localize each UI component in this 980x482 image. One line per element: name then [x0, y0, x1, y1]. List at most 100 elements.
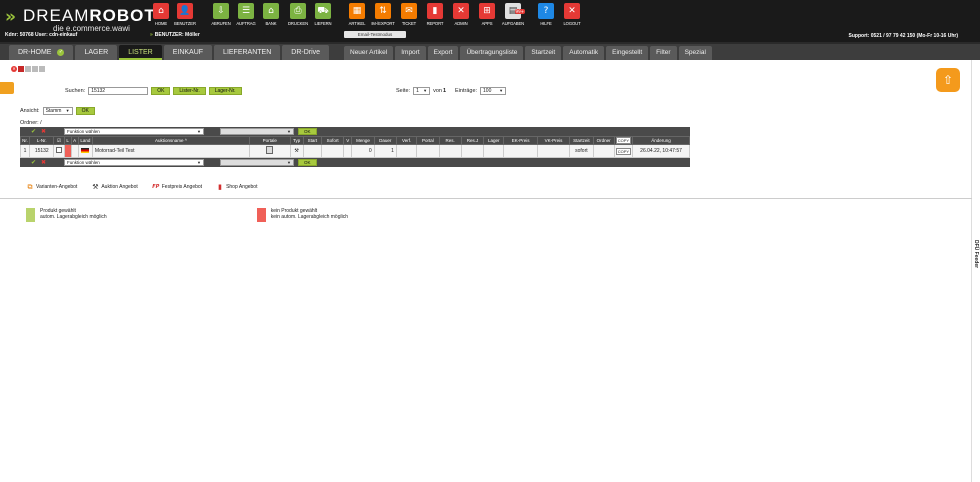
- col-res[interactable]: Res.: [438, 136, 462, 145]
- toolbar-drucken-button[interactable]: ⎙ DRUCKEN: [285, 3, 311, 30]
- function-select-bottom[interactable]: Funktion wählen ▼: [64, 159, 204, 166]
- col-lager[interactable]: Lager: [483, 136, 505, 145]
- toolbar-bank-button[interactable]: ⌂ BANK: [258, 3, 284, 30]
- checkbox-icon[interactable]: [55, 147, 62, 153]
- subtab-export[interactable]: Export: [427, 46, 459, 60]
- col-v[interactable]: V: [343, 136, 353, 145]
- subtab-neuer-artikel[interactable]: Neuer Artikel: [344, 46, 394, 60]
- dfue-feeder-tab[interactable]: DFÜ Feeder: [972, 240, 980, 300]
- toolbar-home-button[interactable]: ⌂ HOME: [148, 3, 174, 30]
- tab-dr-drive[interactable]: DR-Drive: [282, 45, 330, 60]
- toolbar-benutzer-button[interactable]: 👤 BENUTZER: [172, 3, 198, 30]
- search-ok-button[interactable]: OK: [151, 87, 171, 95]
- col-verf[interactable]: Verf.: [395, 136, 418, 145]
- subtab-startzeit[interactable]: Startzeit: [525, 46, 562, 60]
- copy-button[interactable]: COPY: [615, 147, 632, 155]
- close-icon[interactable]: ✕: [11, 66, 17, 72]
- col-portal[interactable]: Portal: [416, 136, 440, 145]
- chevron-down-icon: ▼: [197, 129, 201, 134]
- col-menge[interactable]: Menge: [351, 136, 375, 145]
- function-ok-button-top[interactable]: OK: [298, 128, 317, 135]
- toolbar-auftrag-button[interactable]: ☰ AUFTRAG: [233, 3, 259, 30]
- search-input[interactable]: 15132: [88, 87, 149, 95]
- toolbar-liefern-button[interactable]: ⛟ LIEFERN: [310, 3, 336, 30]
- cell-auktionsname[interactable]: Motorrad-Teil Test: [91, 144, 251, 158]
- col-dauer[interactable]: Dauer: [373, 136, 397, 145]
- toolbar-logout-button[interactable]: ✕ LOGOUT: [559, 3, 585, 30]
- toolbar-hilfe-button[interactable]: ? HILFE: [533, 3, 559, 30]
- function-option-select-bottom[interactable]: ▼: [220, 159, 294, 166]
- check-all-icon[interactable]: ✔: [30, 159, 37, 166]
- row-checkbox[interactable]: [53, 144, 65, 158]
- cell-portale[interactable]: [249, 144, 291, 158]
- check-all-icon[interactable]: ✔: [30, 128, 37, 135]
- page-icon[interactable]: [32, 66, 38, 72]
- subtab-uebertragungsliste[interactable]: Übertragungsliste: [460, 46, 524, 60]
- col-portale[interactable]: Portale: [249, 136, 291, 145]
- col-copy[interactable]: COPY: [613, 136, 634, 145]
- page-icon[interactable]: [39, 66, 45, 72]
- toolbar-aufgaben-button[interactable]: ▤ 99+ AUFGABEN: [500, 3, 526, 30]
- col-select[interactable]: ☑: [53, 136, 65, 145]
- uncheck-all-icon[interactable]: ✖: [40, 159, 47, 166]
- toolbar-ticket-button[interactable]: ✉ TICKET: [396, 3, 422, 30]
- tab-dr-home[interactable]: DR-HOME ✓: [9, 45, 74, 60]
- function-ok-button-bottom[interactable]: OK: [298, 159, 317, 166]
- view-ok-button[interactable]: OK: [75, 107, 95, 115]
- lager-nr-button[interactable]: Lager-Nr.: [208, 87, 242, 95]
- col-lnr[interactable]: L-Nr.: [29, 136, 55, 145]
- subtab-spezial[interactable]: Spezial: [678, 46, 712, 60]
- listing-table-block: ✔ ✖ Funktion wählen ▼ ▼ OK Nr. L-Nr. ☑ L …: [19, 127, 690, 167]
- col-start[interactable]: Start: [302, 136, 322, 145]
- tab-lieferanten[interactable]: LIEFERANTEN: [214, 45, 281, 60]
- lister-nr-button[interactable]: Lister-Nr.: [173, 87, 206, 95]
- view-select[interactable]: Stamm ▼: [42, 107, 73, 115]
- col-ordner[interactable]: Ordner: [592, 136, 615, 145]
- subtab-import[interactable]: Import: [395, 46, 426, 60]
- cloud-upload-icon[interactable]: ⇧: [936, 68, 960, 92]
- col-startzeit[interactable]: Startzeit: [569, 136, 594, 145]
- function-option-select-top[interactable]: ▼: [220, 128, 294, 135]
- col-vk-preis[interactable]: VK-Preis: [536, 136, 571, 145]
- toolbar-apps-button[interactable]: ⊞ APPS: [474, 3, 500, 30]
- col-resj[interactable]: Res.J: [460, 136, 485, 145]
- table-row[interactable]: 1 15132 Motorrad-Teil Test ⚒ 0 1 sofort …: [19, 144, 690, 158]
- entries-select[interactable]: 100 ▼: [480, 87, 507, 95]
- col-l[interactable]: L: [63, 136, 72, 145]
- subtab-automatik[interactable]: Automatik: [563, 46, 605, 60]
- col-typ[interactable]: Typ: [289, 136, 304, 145]
- page-icon[interactable]: [25, 66, 31, 72]
- print-icon: ⎙: [290, 3, 306, 19]
- uncheck-all-icon[interactable]: ✖: [40, 128, 47, 135]
- toolbar-artikel-button[interactable]: ▦ ARTIKEL: [344, 3, 370, 30]
- col-ek-preis[interactable]: EK-Preis: [503, 136, 538, 145]
- col-aenderung[interactable]: Änderung: [632, 136, 690, 145]
- copy-header-button[interactable]: COPY: [615, 137, 632, 144]
- function-select-top[interactable]: Funktion wählen ▼: [64, 128, 204, 135]
- hammer-icon: ⚒: [92, 183, 99, 191]
- col-a[interactable]: A: [70, 136, 79, 145]
- email-testmode-bar[interactable]: Email-Testmodus: [344, 31, 406, 38]
- tab-einkauf[interactable]: EINKAUF: [163, 45, 213, 60]
- col-sofort[interactable]: Sofort: [320, 136, 345, 145]
- toolbar-abrufen-button[interactable]: ⇩ ABRUFEN: [208, 3, 234, 30]
- fixed-price-icon: FP: [152, 184, 160, 190]
- portal-icon[interactable]: [266, 146, 274, 154]
- col-auktionsname[interactable]: Auktionsname ^: [91, 136, 251, 145]
- toolbar-admin-button[interactable]: ✕ ADMIN: [448, 3, 474, 30]
- col-land[interactable]: Land: [77, 136, 93, 145]
- page-icon[interactable]: [18, 66, 24, 72]
- cell-resj: [460, 144, 485, 158]
- dreamrobot-logo[interactable]: » DREAMROBOT die e.commerce.wawi: [5, 3, 155, 33]
- page-select[interactable]: 1 ▼: [413, 87, 431, 95]
- side-folder-tab[interactable]: [0, 82, 14, 94]
- subtab-eingestellt[interactable]: Eingestellt: [606, 46, 649, 60]
- toolbar-im-export-button[interactable]: ⇅ IM-/EXPORT: [370, 3, 396, 30]
- tab-lister[interactable]: LISTER: [119, 45, 162, 60]
- cell-copy[interactable]: COPY: [613, 144, 634, 158]
- subtab-filter[interactable]: Filter: [650, 46, 677, 60]
- cell-lnr[interactable]: 15132: [29, 144, 55, 158]
- col-nr[interactable]: Nr.: [19, 136, 31, 145]
- toolbar-report-button[interactable]: ▮ REPORT: [422, 3, 448, 30]
- tab-lager[interactable]: LAGER: [75, 45, 118, 60]
